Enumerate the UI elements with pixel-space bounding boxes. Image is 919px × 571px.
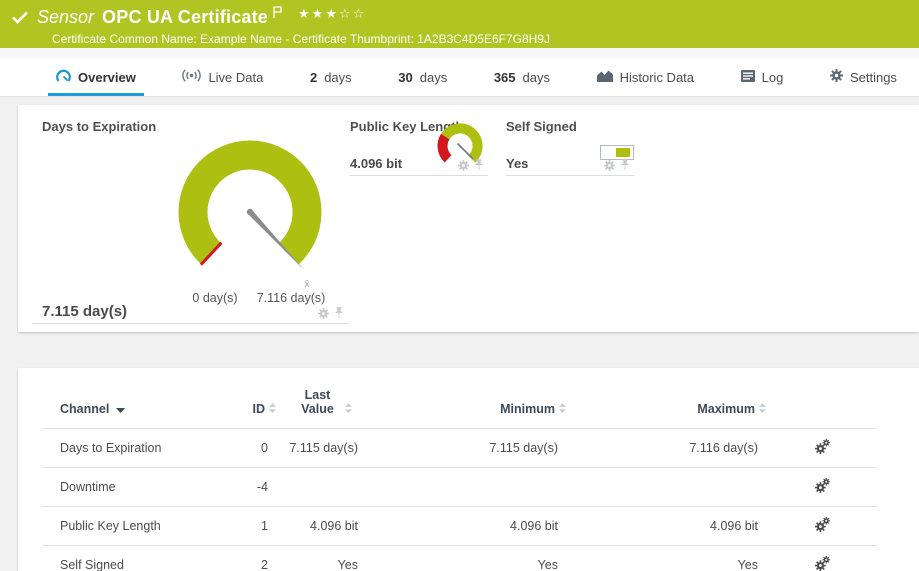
- tab-live-data[interactable]: Live Data: [174, 58, 271, 96]
- priority-flag-icon[interactable]: [273, 6, 282, 18]
- column-header-maximum[interactable]: Maximum: [568, 368, 768, 429]
- gauges-card: Days to Expiration x̄ 0 day(s) 7.116 day…: [18, 105, 919, 332]
- status-ok-icon: [12, 11, 28, 24]
- gauge-panel-self-signed: Self Signed Yes: [506, 117, 634, 176]
- gauge-panel-public-key-length: Public Key Length 4.096 bit: [350, 117, 488, 176]
- stars-empty[interactable]: ☆☆: [339, 6, 366, 21]
- maximum-cell: 7.116 day(s): [568, 429, 768, 468]
- tab-365-days[interactable]: 365 days: [486, 58, 558, 96]
- channel-name-cell[interactable]: Days to Expiration: [42, 429, 232, 468]
- channel-name-cell[interactable]: Self Signed: [42, 546, 232, 571]
- tab-30-days[interactable]: 30 days: [390, 58, 455, 96]
- tab-2-days[interactable]: 2 days: [302, 58, 360, 96]
- table-header-row: Channel ID Last Value Minimum Maximum: [42, 368, 877, 429]
- last-value-cell: 7.115 day(s): [278, 429, 368, 468]
- tab-365-days-label: days: [523, 70, 550, 85]
- last-value-cell: Yes: [278, 546, 368, 571]
- tab-2-days-number: 2: [310, 70, 317, 85]
- gauge-icon: [56, 69, 71, 85]
- last-value-cell: 4.096 bit: [278, 507, 368, 546]
- edit-channel-settings-icon[interactable]: [815, 521, 830, 535]
- edit-channel-settings-icon[interactable]: [815, 482, 830, 496]
- live-signal-icon: [182, 69, 201, 85]
- gauge-needle: [458, 144, 474, 160]
- channel-id-cell: 2: [232, 546, 278, 571]
- gauge-value: Yes: [506, 156, 528, 171]
- tab-settings-label: Settings: [850, 70, 897, 85]
- log-list-icon: [741, 70, 755, 85]
- self-signed-indicator: [600, 145, 634, 160]
- page-content: Days to Expiration x̄ 0 day(s) 7.116 day…: [0, 97, 919, 570]
- tab-overview[interactable]: Overview: [48, 58, 144, 96]
- minimum-cell: [368, 468, 568, 507]
- mean-marker: x̄: [305, 279, 310, 290]
- gauge-min-label: 0 day(s): [177, 291, 253, 305]
- channel-name-cell[interactable]: Public Key Length: [42, 507, 232, 546]
- gauge-panel-days-to-expiration: Days to Expiration x̄ 0 day(s) 7.116 day…: [32, 117, 348, 324]
- tab-2-days-label: days: [324, 70, 351, 85]
- column-header-last-value[interactable]: Last Value: [278, 368, 368, 429]
- channel-settings-gear-icon[interactable]: [458, 160, 469, 171]
- sort-icon: [345, 402, 352, 416]
- tab-live-data-label: Live Data: [208, 70, 263, 85]
- sensor-kind-label: Sensor: [37, 7, 94, 28]
- tab-bar: Overview Live Data 2 days 30 days 365 da…: [0, 58, 919, 97]
- indicator-on-block: [616, 148, 630, 157]
- table-row: Self Signed 2 Yes Yes Yes: [42, 546, 877, 571]
- channels-table: Channel ID Last Value Minimum Maximum: [42, 368, 877, 571]
- gauge-title: Self Signed: [506, 117, 634, 134]
- pin-channel-icon[interactable]: [620, 159, 630, 171]
- gauge-value: 4.096 bit: [350, 156, 402, 171]
- gear-icon: [830, 69, 843, 85]
- table-row: Days to Expiration 0 7.115 day(s) 7.115 …: [42, 429, 877, 468]
- pin-channel-icon[interactable]: [474, 159, 484, 171]
- column-header-channel[interactable]: Channel: [42, 368, 232, 429]
- sensor-title: OPC UA Certificate: [102, 7, 268, 28]
- header-spacer: [0, 48, 919, 58]
- priority-stars[interactable]: ★★★☆☆: [298, 6, 366, 22]
- edit-channel-settings-icon[interactable]: [815, 443, 830, 457]
- chevron-down-icon: [116, 402, 125, 416]
- sort-icon: [759, 402, 766, 416]
- tab-log-label: Log: [762, 70, 784, 85]
- channel-settings-gear-icon[interactable]: [318, 308, 329, 319]
- maximum-cell: Yes: [568, 546, 768, 571]
- column-header-id[interactable]: ID: [232, 368, 278, 429]
- last-value-cell: [278, 468, 368, 507]
- channel-id-cell: 0: [232, 429, 278, 468]
- minimum-cell: 4.096 bit: [368, 507, 568, 546]
- column-header-minimum[interactable]: Minimum: [368, 368, 568, 429]
- channel-settings-gear-icon[interactable]: [604, 160, 615, 171]
- maximum-cell: 4.096 bit: [568, 507, 768, 546]
- table-row: Public Key Length 1 4.096 bit 4.096 bit …: [42, 507, 877, 546]
- stars-filled[interactable]: ★★★: [298, 6, 339, 21]
- sensor-subtitle: Certificate Common Name: Example Name - …: [52, 32, 907, 46]
- tab-historic-data[interactable]: Historic Data: [589, 58, 702, 96]
- tab-30-days-label: days: [420, 70, 447, 85]
- channel-id-cell: -4: [232, 468, 278, 507]
- channel-name-cell[interactable]: Downtime: [42, 468, 232, 507]
- days-to-expiration-gauge: x̄: [150, 119, 350, 319]
- column-header-actions: [768, 368, 877, 429]
- edit-channel-settings-icon[interactable]: [815, 560, 830, 571]
- channels-table-card: Channel ID Last Value Minimum Maximum: [18, 368, 919, 571]
- tab-log[interactable]: Log: [733, 58, 792, 96]
- sensor-header: Sensor OPC UA Certificate ★★★☆☆ Certific…: [0, 0, 919, 48]
- minimum-cell: 7.115 day(s): [368, 429, 568, 468]
- tab-365-days-number: 365: [494, 70, 516, 85]
- maximum-cell: [568, 468, 768, 507]
- minimum-cell: Yes: [368, 546, 568, 571]
- sort-icon: [269, 402, 276, 416]
- gauge-max-label: 7.116 day(s): [247, 291, 335, 305]
- tab-30-days-number: 30: [398, 70, 412, 85]
- sort-icon: [559, 402, 566, 416]
- gauge-value: 7.115 day(s): [42, 303, 127, 320]
- channel-id-cell: 1: [232, 507, 278, 546]
- table-row: Downtime -4: [42, 468, 877, 507]
- area-chart-icon: [597, 70, 613, 85]
- tab-settings[interactable]: Settings: [822, 58, 905, 96]
- tab-historic-data-label: Historic Data: [620, 70, 694, 85]
- pin-channel-icon[interactable]: [334, 307, 344, 319]
- tab-overview-label: Overview: [78, 70, 136, 85]
